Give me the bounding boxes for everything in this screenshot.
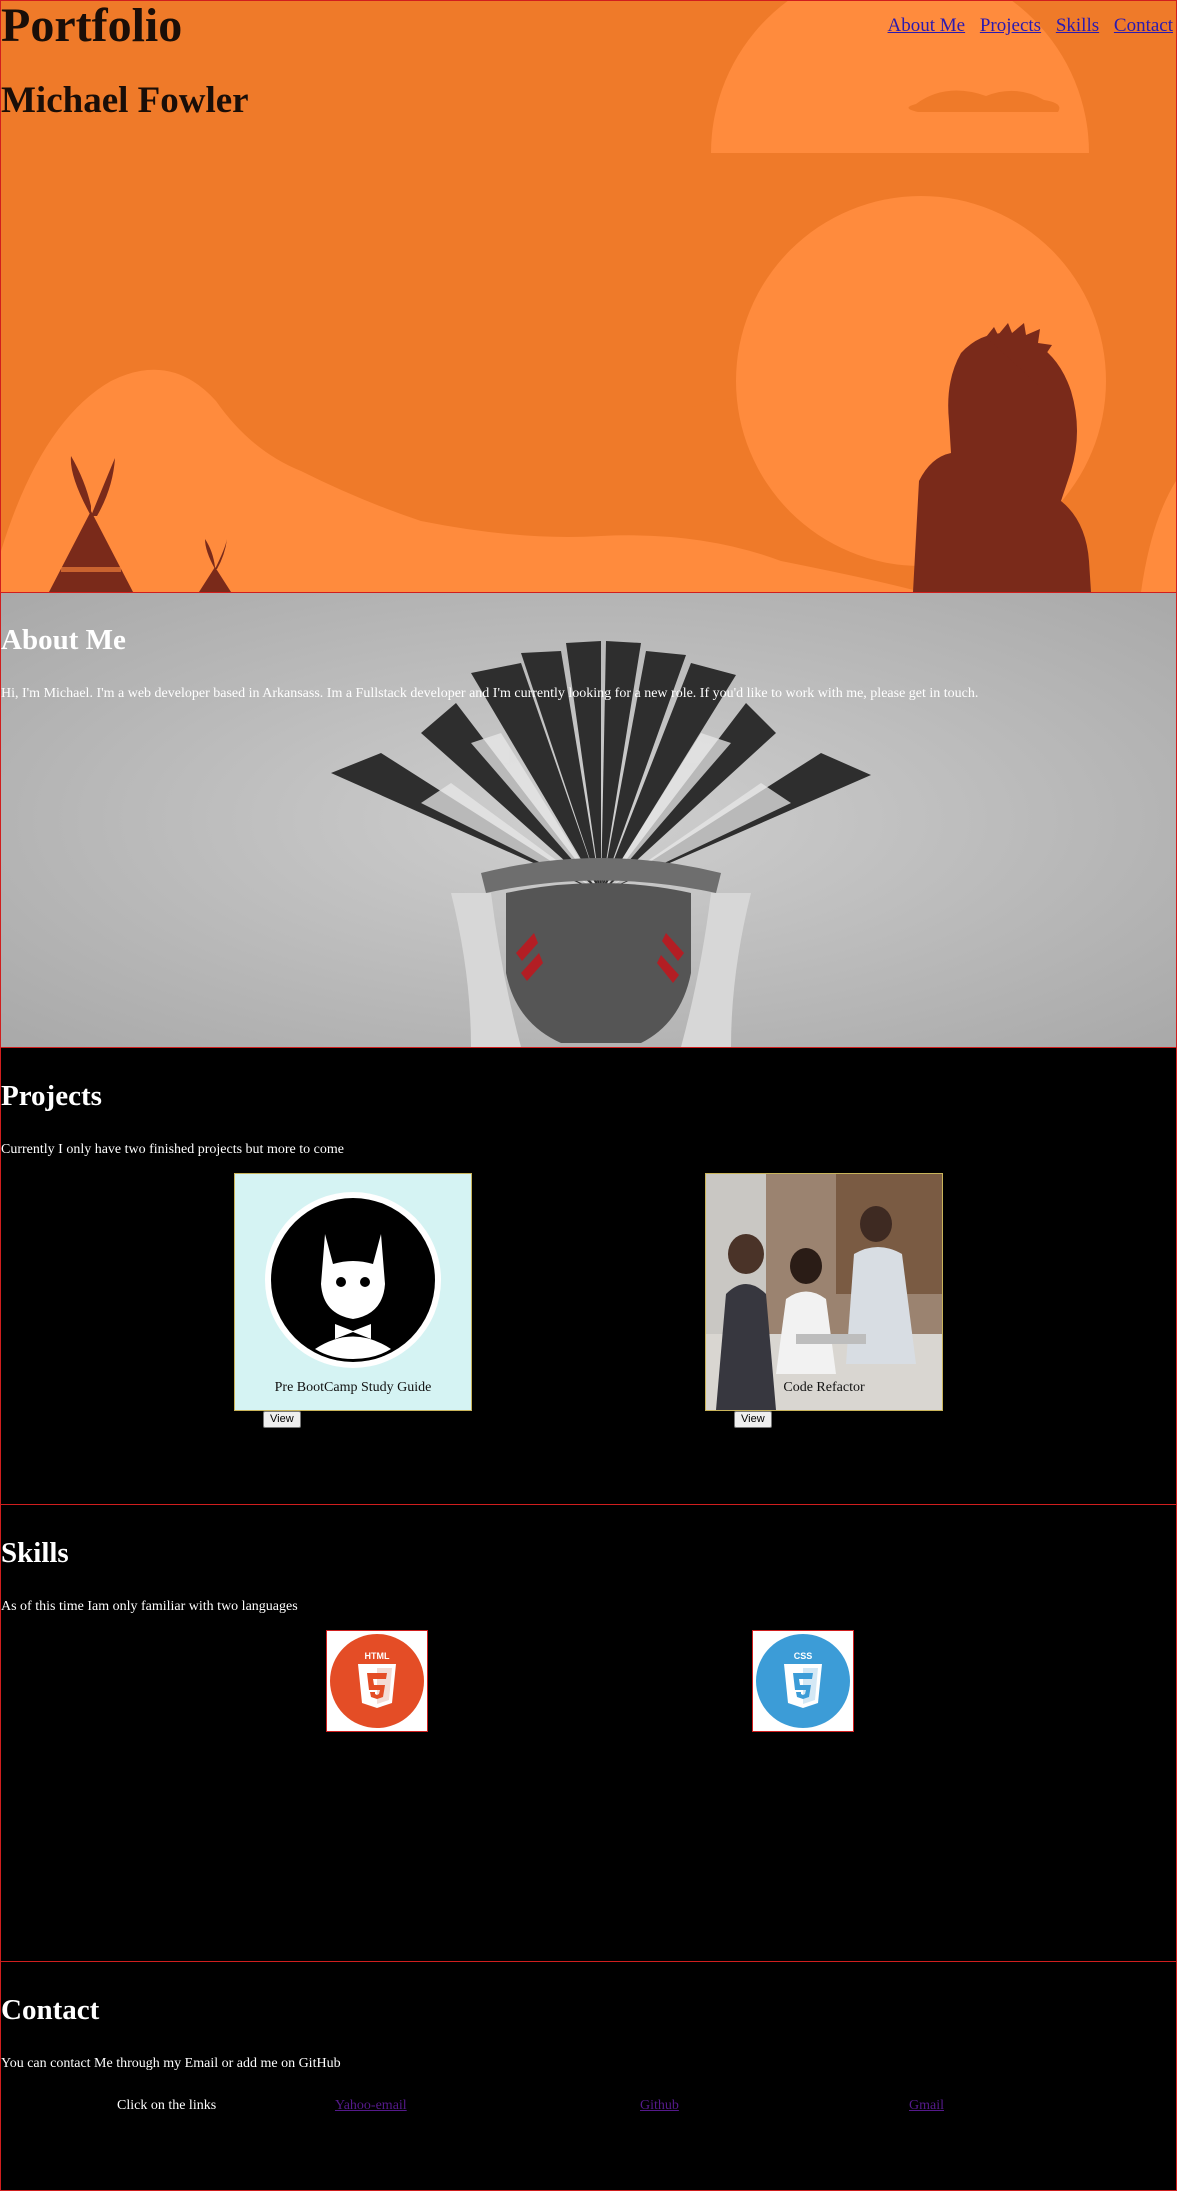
- contact-title: Contact: [1, 1994, 100, 2026]
- contact-text: You can contact Me through my Email or a…: [1, 2056, 341, 2071]
- view-project-study-guide-button[interactable]: View: [263, 1411, 301, 1428]
- about-title: About Me: [1, 624, 126, 656]
- contact-prompt: Click on the links: [117, 2098, 217, 2113]
- site-logo: Portfolio: [1, 0, 183, 52]
- skills-section: Skills As of this time Iam only familiar…: [0, 1504, 1177, 1962]
- html5-logo-icon: HTML: [330, 1634, 424, 1728]
- svg-text:CSS: CSS: [794, 1651, 813, 1661]
- project-caption: Code Refactor: [783, 1380, 865, 1395]
- view-project-code-refactor-button[interactable]: View: [734, 1411, 772, 1428]
- hero-header: Portfolio Michael Fowler About Me Projec…: [0, 0, 1177, 593]
- github-link[interactable]: Github: [640, 2098, 679, 2114]
- project-card-study-guide[interactable]: Pre BootCamp Study Guide: [234, 1173, 472, 1411]
- gmail-link[interactable]: Gmail: [909, 2098, 944, 2114]
- nav-link-projects[interactable]: Projects: [980, 15, 1041, 36]
- projects-text: Currently I only have two finished proje…: [1, 1142, 344, 1157]
- skills-text: As of this time Iam only familiar with t…: [1, 1599, 298, 1614]
- nav-link-skills[interactable]: Skills: [1056, 15, 1099, 36]
- skills-title: Skills: [1, 1537, 69, 1569]
- team-photo-image: [706, 1174, 942, 1410]
- project-caption: Pre BootCamp Study Guide: [274, 1380, 432, 1395]
- owner-name: Michael Fowler: [1, 80, 249, 121]
- svg-text:HTML: HTML: [365, 1651, 390, 1661]
- project-card-code-refactor[interactable]: Code Refactor: [705, 1173, 943, 1411]
- skill-css: CSS: [752, 1630, 854, 1732]
- about-section: About Me Hi, I'm Michael. I'm a web deve…: [0, 592, 1177, 1048]
- contact-section: Contact You can contact Me through my Em…: [0, 1961, 1177, 2191]
- projects-title: Projects: [1, 1080, 102, 1112]
- chief-portrait-image: [1, 593, 1176, 1047]
- nav-link-contact[interactable]: Contact: [1114, 15, 1173, 36]
- main-nav: About Me Projects Skills Contact: [878, 15, 1173, 37]
- css3-logo-icon: CSS: [756, 1634, 850, 1728]
- about-text: Hi, I'm Michael. I'm a web developer bas…: [1, 686, 979, 701]
- skill-html: HTML: [326, 1630, 428, 1732]
- nav-link-about[interactable]: About Me: [888, 15, 966, 36]
- cat-logo-icon: [265, 1192, 441, 1368]
- yahoo-email-link[interactable]: Yahoo-email: [335, 2098, 407, 2114]
- projects-section: Projects Currently I only have two finis…: [0, 1047, 1177, 1505]
